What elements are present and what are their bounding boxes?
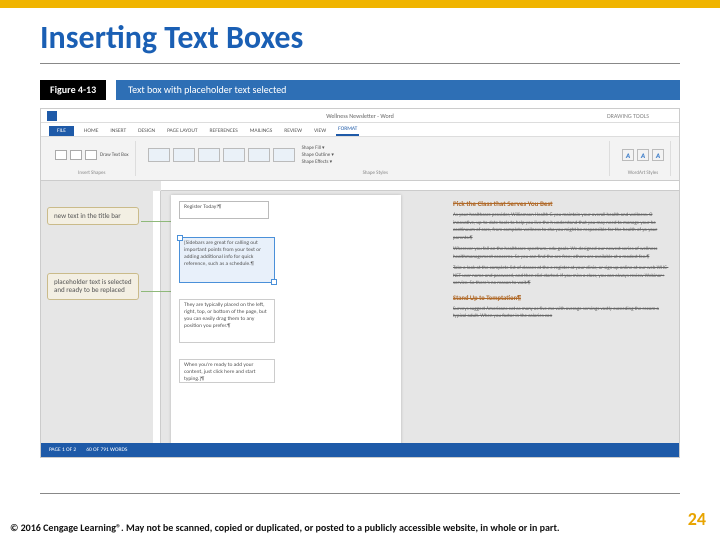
figure-title: Text box with placeholder text selected — [116, 80, 680, 100]
word-app-icon — [47, 111, 57, 121]
status-words: 60 OF 791 WORDS — [86, 447, 127, 453]
text-box-lower[interactable]: When you're ready to add your content, j… — [179, 359, 275, 383]
tab-insert[interactable]: INSERT — [108, 126, 128, 136]
shape-swatch[interactable] — [85, 150, 97, 160]
wordart-swatch[interactable]: A — [652, 149, 664, 161]
tab-mailings[interactable]: MAILINGS — [248, 126, 275, 136]
text-box-middle[interactable]: They are typically placed on the left, r… — [179, 299, 275, 343]
ribbon-tabs: FILE HOME INSERT DESIGN PAGE LAYOUT REFE… — [41, 123, 679, 137]
body-p3: Take a look at the complete list of clas… — [449, 263, 679, 290]
status-page: PAGE 1 OF 2 — [49, 447, 76, 453]
horizontal-ruler — [161, 181, 679, 191]
group-label-shape-styles: Shape Styles — [148, 170, 603, 176]
group-label-wordart: WordArt Styles — [622, 170, 664, 176]
tab-page-layout[interactable]: PAGE LAYOUT — [165, 126, 199, 136]
shape-effects-button[interactable]: Shape Effects ▾ — [302, 159, 334, 165]
tab-format[interactable]: FORMAT — [336, 124, 359, 136]
slide-title: Inserting Text Boxes — [0, 8, 720, 63]
callout-title-bar: new text in the title bar — [47, 207, 139, 225]
footer-rule — [40, 493, 680, 494]
accent-bar — [0, 0, 720, 8]
group-label-insert-shapes: Insert Shapes — [55, 170, 129, 176]
word-screenshot: Wellness Newsletter - Word DRAWING TOOLS… — [40, 108, 680, 458]
copyright-footer: © 2016 Cengage Learning®. May not be sca… — [10, 522, 660, 535]
body-subheading: Stand Up to Temptation¶ — [449, 290, 679, 304]
body-p1: As your healthcare provider, Williamson … — [449, 210, 679, 244]
style-swatch[interactable] — [148, 148, 170, 162]
style-swatch[interactable] — [223, 148, 245, 162]
style-swatch[interactable] — [248, 148, 270, 162]
figure-caption-bar: Figure 4-13 Text box with placeholder te… — [40, 80, 680, 100]
tab-design[interactable]: DESIGN — [136, 126, 157, 136]
wordart-swatch[interactable]: A — [637, 149, 649, 161]
vertical-ruler — [153, 191, 161, 443]
body-p4: Surveys suggest Americans eat as many as… — [449, 304, 679, 323]
style-swatch[interactable] — [273, 148, 295, 162]
window-title: Wellness Newsletter - Word — [326, 112, 394, 120]
shape-outline-button[interactable]: Shape Outline ▾ — [302, 152, 334, 158]
style-swatch[interactable] — [198, 148, 220, 162]
word-titlebar: Wellness Newsletter - Word DRAWING TOOLS — [41, 109, 679, 123]
shape-swatch[interactable] — [70, 150, 82, 160]
body-p2: Wherever you fall on the healthcare spec… — [449, 244, 679, 263]
group-wordart-styles: A A A WordArt Styles — [616, 141, 671, 176]
body-column: Pick the Class that Serves You Best As y… — [449, 195, 679, 443]
tab-view[interactable]: VIEW — [312, 126, 328, 136]
page: Register Today!¶ [Sidebars are great for… — [171, 195, 401, 443]
text-box-selected[interactable]: [Sidebars are great for calling out impo… — [179, 237, 275, 283]
wordart-swatch[interactable]: A — [622, 149, 634, 161]
tab-file[interactable]: FILE — [49, 126, 74, 136]
contextual-tab-label: DRAWING TOOLS — [607, 112, 649, 120]
text-box-title[interactable]: Register Today!¶ — [179, 201, 269, 219]
style-swatch[interactable] — [173, 148, 195, 162]
shape-fill-button[interactable]: Shape Fill ▾ — [302, 145, 334, 151]
group-shape-styles: Shape Fill ▾ Shape Outline ▾ Shape Effec… — [142, 141, 610, 176]
ribbon: Draw Text Box Insert Shapes Shape Fill ▾… — [41, 137, 679, 181]
figure: Figure 4-13 Text box with placeholder te… — [40, 80, 680, 458]
slide-number: 24 — [688, 508, 706, 530]
figure-number: Figure 4-13 — [40, 80, 106, 100]
group-insert-shapes: Draw Text Box Insert Shapes — [49, 141, 136, 176]
body-heading: Pick the Class that Serves You Best — [449, 195, 679, 210]
shape-swatch[interactable] — [55, 150, 67, 160]
word-status-bar: PAGE 1 OF 2 60 OF 791 WORDS — [41, 443, 679, 457]
callout-placeholder: placeholder text is selected and ready t… — [47, 273, 139, 300]
title-underline — [40, 63, 680, 64]
figure-spacer — [106, 80, 116, 100]
tab-references[interactable]: REFERENCES — [208, 126, 240, 136]
draw-text-box-button[interactable]: Draw Text Box — [100, 152, 129, 158]
document-canvas: new text in the title bar placeholder te… — [41, 181, 679, 443]
tab-review[interactable]: REVIEW — [282, 126, 304, 136]
tab-home[interactable]: HOME — [82, 126, 100, 136]
